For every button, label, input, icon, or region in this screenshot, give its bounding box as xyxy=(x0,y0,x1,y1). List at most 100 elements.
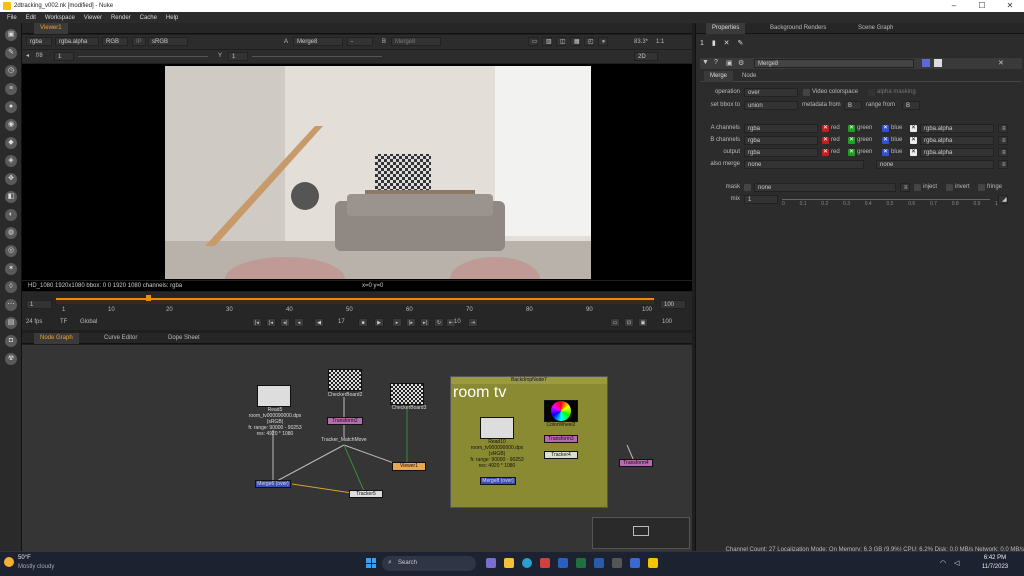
play-forward-icon[interactable]: ▶ xyxy=(374,318,384,327)
prev-frame-icon[interactable]: ◂ xyxy=(294,318,304,327)
transform-tool-icon[interactable]: ✥ xyxy=(5,173,17,185)
app-icon-2[interactable] xyxy=(612,558,622,568)
minimize-button[interactable]: – xyxy=(940,0,968,12)
mix-field[interactable]: 1 xyxy=(744,195,778,204)
app-icon-1[interactable] xyxy=(540,558,550,568)
collapse-icon[interactable]: ▼ xyxy=(702,59,709,66)
fringe-checkbox[interactable] xyxy=(978,184,985,191)
minimap-viewport[interactable] xyxy=(633,526,649,536)
views-tool-icon[interactable]: ◐ xyxy=(5,209,17,221)
view-mode-dropdown[interactable]: 2D xyxy=(634,52,658,61)
tab-merge[interactable]: Merge xyxy=(704,71,734,82)
channels-dropdown[interactable]: rgba xyxy=(26,37,52,46)
a-blue-checkbox[interactable]: ✕ xyxy=(882,125,889,132)
roi-icon[interactable]: ▭ xyxy=(528,37,538,46)
tab-viewer1[interactable]: Viewer1 xyxy=(34,23,68,34)
menu-help[interactable]: Help xyxy=(166,15,178,21)
also-merge-dropdown[interactable]: none xyxy=(744,160,864,169)
teams-icon[interactable] xyxy=(486,558,496,568)
menu-render[interactable]: Render xyxy=(111,15,131,21)
clock-time[interactable]: 6:42 PM xyxy=(975,555,1015,561)
b-alpha-checkbox[interactable]: ✕ xyxy=(910,137,917,144)
mask-dropdown[interactable]: none xyxy=(754,183,896,192)
start-icon[interactable] xyxy=(366,558,376,568)
transform3-node[interactable]: Transform3 xyxy=(544,435,578,443)
wipe-icon[interactable]: ◫ xyxy=(556,37,566,46)
b-channels-dropdown[interactable]: rgba xyxy=(744,136,818,145)
node-name-field[interactable]: Merge8 xyxy=(754,59,914,68)
out-blue-checkbox[interactable]: ✕ xyxy=(882,149,889,156)
lock-panel-icon[interactable]: ▮ xyxy=(712,40,716,47)
b-input-dropdown[interactable]: Merge8 xyxy=(391,37,441,46)
next-frame-icon[interactable]: ▸ xyxy=(392,318,402,327)
a-alpha-checkbox[interactable]: ✕ xyxy=(910,125,917,132)
b-green-checkbox[interactable]: ✕ xyxy=(848,137,855,144)
tab-background-renders[interactable]: Background Renders xyxy=(764,23,832,34)
a-input-dropdown[interactable]: Merge8 xyxy=(293,37,343,46)
maximize-button[interactable]: ☐ xyxy=(968,0,996,12)
invert-checkbox[interactable] xyxy=(946,184,953,191)
zoom-readout[interactable]: 83.3* xyxy=(634,38,648,47)
transform2-node[interactable]: Transform2 xyxy=(327,417,363,425)
playback-end[interactable]: 100 xyxy=(662,318,672,327)
tab-scene-graph[interactable]: Scene Graph xyxy=(852,23,899,34)
excel-icon[interactable] xyxy=(576,558,586,568)
tab-curve-editor[interactable]: Curve Editor xyxy=(98,333,143,344)
gain-slider[interactable] xyxy=(78,56,208,57)
prev-keyframe-icon[interactable]: |◂ xyxy=(266,318,276,327)
timeline-end[interactable]: 100 xyxy=(660,300,686,309)
filter-tool-icon[interactable]: ◉ xyxy=(5,119,17,131)
a-channels-dropdown[interactable]: rgba xyxy=(744,124,818,133)
gamma-field[interactable]: 1 xyxy=(228,52,248,61)
operation-dropdown[interactable]: over xyxy=(744,88,798,97)
read5-thumbnail[interactable] xyxy=(257,385,291,407)
tile-color-icon[interactable] xyxy=(922,59,930,67)
step-size[interactable]: 10 xyxy=(454,318,461,327)
clock-date[interactable]: 11/7/2023 xyxy=(975,564,1015,570)
tracker4-node[interactable]: Tracker4 xyxy=(544,451,578,459)
taskbar-search[interactable]: ⌕ Search xyxy=(382,556,476,571)
time-tool-icon[interactable]: ◷ xyxy=(5,65,17,77)
tray-volume-icon[interactable]: ◁ xyxy=(954,559,959,567)
checkerboard2-node[interactable] xyxy=(328,369,362,391)
close-button[interactable]: ✕ xyxy=(996,0,1024,12)
weather-icon[interactable] xyxy=(4,557,14,567)
keyer-tool-icon[interactable]: ◆ xyxy=(5,137,17,149)
loop-icon[interactable]: ↻ xyxy=(434,318,444,327)
tracker5-node[interactable]: Tracker5 xyxy=(349,490,383,498)
output-dropdown[interactable]: rgba xyxy=(744,148,818,157)
b-channels-menu-icon[interactable]: ≡ xyxy=(998,136,1008,145)
explorer-icon[interactable] xyxy=(504,558,514,568)
fstop-icon[interactable]: ◂ xyxy=(26,52,29,61)
merge8-node[interactable]: Merge8 (over) xyxy=(480,477,516,485)
colorwheel2-thumbnail[interactable] xyxy=(544,400,578,422)
edge-icon[interactable] xyxy=(522,558,532,568)
lock-icon[interactable]: ⊡ xyxy=(624,318,634,327)
menu-cache[interactable]: Cache xyxy=(140,15,157,21)
global-dropdown[interactable]: Global xyxy=(80,318,97,327)
last-frame-icon[interactable]: ▸| xyxy=(420,318,430,327)
graph-minimap[interactable] xyxy=(592,517,690,549)
display-dropdown[interactable]: sRGB xyxy=(148,37,188,46)
step-forward-icon[interactable]: |▸ xyxy=(406,318,416,327)
metadata-dropdown[interactable]: B xyxy=(844,101,862,110)
also-merge-menu-icon[interactable]: ≡ xyxy=(998,160,1008,169)
cache-icon[interactable]: ▭ xyxy=(610,318,620,327)
b-blue-checkbox[interactable]: ✕ xyxy=(882,137,889,144)
alpha-masking-checkbox[interactable] xyxy=(868,89,875,96)
node-color-icon[interactable]: ▣ xyxy=(726,59,733,67)
word-icon[interactable] xyxy=(594,558,604,568)
b-alpha-dropdown[interactable]: rgba.alpha xyxy=(920,136,994,145)
b-red-checkbox[interactable]: ✕ xyxy=(822,137,829,144)
viewer1-node[interactable]: Viewer1 xyxy=(392,462,426,471)
app-icon-3[interactable] xyxy=(630,558,640,568)
channel-tool-icon[interactable]: ≡ xyxy=(5,83,17,95)
gamma-slider[interactable] xyxy=(252,56,382,57)
menu-viewer[interactable]: Viewer xyxy=(84,15,102,21)
merge6-node[interactable]: Merge6 (over) xyxy=(255,480,291,488)
metadata-tool-icon[interactable]: ◎ xyxy=(5,245,17,257)
transform4-node[interactable]: Transform4 xyxy=(619,459,653,467)
tray-wifi-icon[interactable]: ◠ xyxy=(940,559,946,567)
pause-icon[interactable]: ⏸ xyxy=(598,37,608,46)
out-alpha-checkbox[interactable]: ✕ xyxy=(910,149,917,156)
